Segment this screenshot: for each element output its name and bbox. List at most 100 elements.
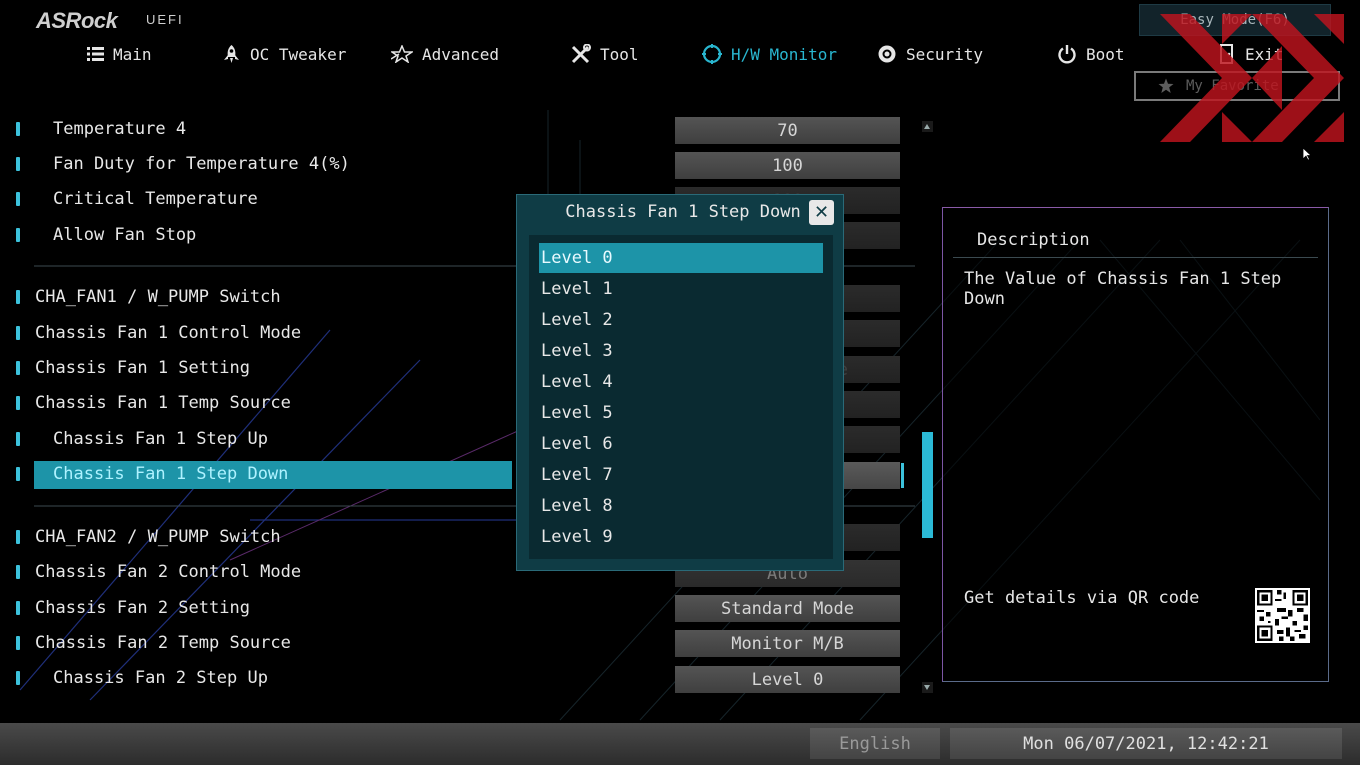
setting-row-selected[interactable]: Chassis Fan 1 Step Down — [0, 461, 512, 489]
row-marker — [16, 530, 20, 544]
value-field[interactable]: Monitor M/B — [675, 630, 900, 657]
row-marker — [16, 361, 20, 375]
setting-label: Chassis Fan 1 Step Up — [53, 429, 268, 449]
row-marker — [16, 157, 20, 171]
power-icon — [1058, 45, 1076, 64]
language-button[interactable]: English — [810, 728, 940, 759]
tab-main[interactable]: Main — [87, 42, 152, 66]
row-marker — [16, 228, 20, 242]
mouse-cursor-icon — [1302, 147, 1312, 161]
row-marker — [16, 671, 20, 685]
option-dialog: Chassis Fan 1 Step Down ✕ Level 0 Level … — [516, 194, 844, 571]
option-item[interactable]: Level 1 — [539, 274, 823, 304]
list-icon — [87, 47, 104, 61]
tab-oc-tweaker[interactable]: OC Tweaker — [222, 42, 346, 66]
tab-boot-label: Boot — [1086, 44, 1125, 64]
row-marker — [16, 432, 20, 446]
row-marker — [16, 122, 20, 136]
tab-hw-monitor-label: H/W Monitor — [731, 44, 837, 64]
setting-row[interactable]: Chassis Fan 1 Step Up — [0, 426, 512, 454]
option-item[interactable]: Level 5 — [539, 398, 823, 428]
setting-row[interactable]: Chassis Fan 2 Temp Source — [0, 630, 512, 658]
setting-row[interactable]: Critical Temperature — [0, 186, 512, 214]
star-icon — [391, 45, 413, 63]
value-field[interactable]: 70 — [675, 117, 900, 144]
option-item[interactable]: Level 7 — [539, 460, 823, 490]
option-item[interactable]: Level 4 — [539, 367, 823, 397]
setting-label: Chassis Fan 2 Temp Source — [35, 633, 291, 653]
tab-tool-label: Tool — [600, 44, 639, 64]
tools-icon — [571, 44, 591, 64]
option-item[interactable]: Level 3 — [539, 336, 823, 366]
qr-code-label: Get details via QR code — [964, 588, 1200, 608]
tab-advanced[interactable]: Advanced — [391, 42, 499, 66]
setting-label: Chassis Fan 1 Temp Source — [35, 393, 291, 413]
row-marker — [16, 290, 20, 304]
row-marker — [16, 601, 20, 615]
setting-row[interactable]: Chassis Fan 1 Temp Source — [0, 390, 512, 418]
close-icon: ✕ — [813, 202, 830, 223]
setting-row[interactable]: Chassis Fan 2 Setting — [0, 595, 512, 623]
option-item[interactable]: Level 6 — [539, 429, 823, 459]
brand-suffix: UEFI — [146, 12, 184, 27]
watermark-logo — [1160, 14, 1344, 142]
setting-row[interactable]: Chassis Fan 1 Control Mode — [0, 320, 512, 348]
setting-label: Critical Temperature — [53, 189, 258, 209]
description-divider — [953, 257, 1318, 258]
setting-label: Chassis Fan 1 Setting — [35, 358, 250, 378]
value-field[interactable]: Level 0 — [675, 666, 900, 693]
tab-hw-monitor[interactable]: H/W Monitor — [702, 42, 837, 66]
tab-security[interactable]: Security — [877, 42, 983, 66]
setting-label: Temperature 4 — [53, 119, 187, 139]
value-field[interactable]: Standard Mode — [675, 595, 900, 622]
row-marker — [16, 565, 20, 579]
setting-label: Chassis Fan 2 Step Up — [53, 668, 268, 688]
rocket-icon — [224, 45, 239, 63]
setting-row[interactable]: Temperature 4 — [0, 116, 512, 144]
scroll-down-arrow[interactable] — [922, 682, 933, 693]
row-marker — [16, 636, 20, 650]
row-marker — [16, 192, 20, 206]
qr-code — [1255, 588, 1310, 643]
monitor-icon — [702, 44, 722, 64]
tab-advanced-label: Advanced — [422, 44, 500, 64]
setting-row[interactable]: Fan Duty for Temperature 4(%) — [0, 151, 512, 179]
setting-row[interactable]: Chassis Fan 2 Control Mode — [0, 559, 512, 587]
description-text: The Value of Chassis Fan 1 Step Down — [964, 269, 1282, 309]
tab-main-label: Main — [113, 44, 152, 64]
setting-label: CHA_FAN2 / W_PUMP Switch — [35, 527, 281, 547]
scrollbar-thumb[interactable] — [922, 432, 933, 538]
tab-tool[interactable]: Tool — [570, 42, 639, 66]
setting-label: Chassis Fan 2 Control Mode — [35, 562, 302, 582]
tab-boot[interactable]: Boot — [1057, 42, 1125, 66]
setting-label: CHA_FAN1 / W_PUMP Switch — [35, 287, 281, 307]
setting-label: Chassis Fan 2 Setting — [35, 598, 250, 618]
setting-label: Chassis Fan 1 Step Down — [53, 464, 289, 484]
tab-oc-tweaker-label: OC Tweaker — [250, 44, 347, 64]
setting-label: Fan Duty for Temperature 4(%) — [53, 154, 350, 174]
brand-logo: ASRock — [36, 8, 118, 33]
option-item[interactable]: Level 8 — [539, 491, 823, 521]
setting-row[interactable]: Chassis Fan 1 Setting — [0, 355, 512, 383]
row-marker — [16, 396, 20, 410]
scroll-up-arrow[interactable] — [922, 121, 933, 132]
setting-row[interactable]: Chassis Fan 2 Step Up — [0, 665, 512, 693]
setting-row[interactable]: CHA_FAN1 / W_PUMP Switch — [0, 284, 512, 312]
setting-row[interactable]: Allow Fan Stop — [0, 222, 512, 250]
option-item[interactable]: Level 2 — [539, 305, 823, 335]
setting-label: Chassis Fan 1 Control Mode — [35, 323, 302, 343]
close-button[interactable]: ✕ — [809, 200, 834, 225]
option-item[interactable]: Level 9 — [539, 522, 823, 552]
date-time-display: Mon 06/07/2021, 12:42:21 — [950, 728, 1342, 759]
selection-indicator — [901, 463, 904, 488]
description-title: Description — [977, 230, 1090, 250]
setting-row[interactable]: CHA_FAN2 / W_PUMP Switch — [0, 524, 512, 552]
option-item-selected[interactable]: Level 0 — [539, 243, 823, 273]
option-list: Level 0 Level 1 Level 2 Level 3 Level 4 … — [529, 235, 833, 559]
row-marker — [16, 467, 20, 481]
value-field[interactable]: 100 — [675, 152, 900, 179]
row-marker — [16, 326, 20, 340]
description-panel: Description The Value of Chassis Fan 1 S… — [942, 207, 1329, 682]
shield-gear-icon — [878, 45, 896, 63]
dialog-title: Chassis Fan 1 Step Down — [565, 202, 801, 222]
